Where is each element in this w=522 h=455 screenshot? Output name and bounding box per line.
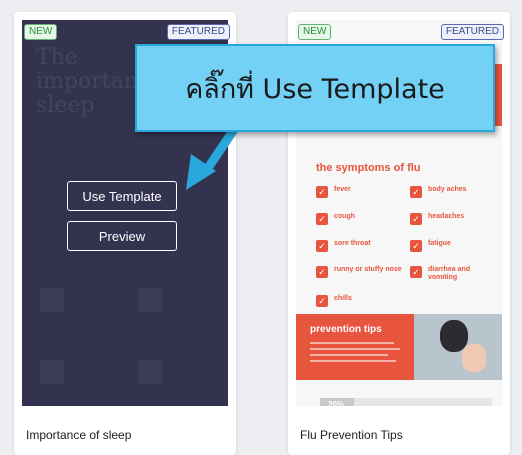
thumbnail-artwork	[138, 288, 162, 312]
instruction-callout: คลิ๊กที่ Use Template	[135, 44, 495, 132]
symptom-item: ✓ sore throat	[316, 240, 402, 252]
symptom-item: ✓ headaches	[410, 213, 496, 225]
symptom-item: ✓ cough	[316, 213, 402, 225]
preview-button[interactable]: Preview	[67, 221, 177, 251]
symptom-label: sore throat	[334, 240, 371, 247]
symptom-label: fever	[334, 186, 351, 193]
checkbox-icon: ✓	[410, 213, 422, 225]
symptom-label: fatigue	[428, 240, 451, 247]
text-line	[310, 342, 394, 344]
thumbnail-artwork	[40, 360, 64, 384]
symptom-item: ✓ fatigue	[410, 240, 496, 252]
checkbox-icon: ✓	[316, 213, 328, 225]
symptom-item: ✓ body aches	[410, 186, 496, 198]
featured-badge: FEATURED	[166, 24, 230, 40]
checkbox-icon: ✓	[410, 240, 422, 252]
symptom-label: diarrhea and vomiting	[428, 266, 471, 281]
symptom-label: body aches	[428, 186, 467, 193]
checkbox-icon: ✓	[316, 240, 328, 252]
prevention-section: prevention tips	[296, 314, 502, 380]
prevention-heading: prevention tips	[310, 324, 382, 335]
text-line	[310, 360, 396, 362]
checkbox-icon: ✓	[316, 266, 328, 278]
symptom-label: runny or stuffy nose	[334, 266, 402, 273]
symptom-item: ✓ runny or stuffy nose	[316, 266, 402, 278]
use-template-button[interactable]: Use Template	[67, 181, 177, 211]
checkbox-icon: ✓	[316, 186, 328, 198]
thumbnail-artwork	[138, 360, 162, 384]
symptom-item: ✓ fever	[316, 186, 402, 198]
template-title[interactable]: Importance of sleep	[26, 428, 131, 442]
progress-bar: 20%	[320, 398, 492, 406]
text-line	[310, 348, 400, 350]
symptom-item: ✓ chills	[316, 295, 402, 307]
symptom-item: ✓ diarrhea and vomiting	[410, 266, 496, 282]
featured-badge: FEATURED	[440, 24, 504, 40]
checkbox-icon: ✓	[410, 186, 422, 198]
new-badge: NEW	[24, 24, 58, 40]
thumbnail-artwork	[40, 288, 64, 312]
text-line	[310, 354, 388, 356]
symptom-label: cough	[334, 213, 355, 220]
thumbnail-photo	[414, 314, 502, 380]
progress-label: 20%	[328, 400, 345, 406]
symptoms-heading: the symptoms of flu	[316, 162, 421, 174]
checkbox-icon: ✓	[316, 295, 328, 307]
symptom-label: headaches	[428, 213, 465, 220]
checkbox-icon: ✓	[410, 266, 422, 278]
new-badge: NEW	[298, 24, 332, 40]
callout-text: คลิ๊กที่ Use Template	[185, 73, 445, 105]
template-title[interactable]: Flu Prevention Tips	[300, 428, 403, 442]
symptom-label: chills	[334, 295, 352, 302]
